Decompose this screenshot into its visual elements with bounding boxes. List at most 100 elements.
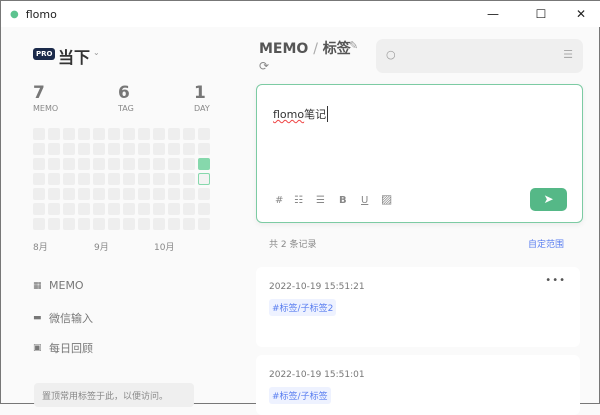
heatmap-cell[interactable]: [93, 218, 105, 230]
custom-range-link[interactable]: 自定范围: [528, 237, 564, 250]
heatmap-cell[interactable]: [168, 128, 180, 140]
heatmap-cell[interactable]: [183, 143, 195, 155]
heatmap-cell[interactable]: [153, 158, 165, 170]
heatmap-cell[interactable]: [153, 218, 165, 230]
heatmap-cell[interactable]: [198, 143, 210, 155]
heatmap-cell[interactable]: [183, 218, 195, 230]
heatmap-cell[interactable]: [48, 158, 60, 170]
heatmap-cell[interactable]: [48, 218, 60, 230]
sidebar-item-wechat[interactable]: ▬ 微信输入: [33, 310, 93, 326]
heatmap-cell[interactable]: [78, 203, 90, 215]
heatmap-cell[interactable]: [198, 173, 210, 185]
send-button[interactable]: ➤: [530, 188, 567, 211]
heatmap-cell[interactable]: [123, 173, 135, 185]
heatmap-cell[interactable]: [108, 158, 120, 170]
heatmap-cell[interactable]: [138, 143, 150, 155]
more-icon[interactable]: •••: [545, 275, 566, 286]
heatmap-cell[interactable]: [108, 203, 120, 215]
heatmap-cell[interactable]: [63, 203, 75, 215]
close-button[interactable]: ✕: [563, 1, 599, 27]
heatmap-cell[interactable]: [153, 203, 165, 215]
heatmap-cell[interactable]: [63, 143, 75, 155]
heatmap-cell[interactable]: [198, 128, 210, 140]
heatmap-cell[interactable]: [198, 158, 210, 170]
heatmap-cell[interactable]: [108, 143, 120, 155]
heatmap-cell[interactable]: [93, 128, 105, 140]
heatmap-cell[interactable]: [183, 173, 195, 185]
heatmap-cell[interactable]: [123, 218, 135, 230]
heatmap-cell[interactable]: [183, 203, 195, 215]
heatmap-cell[interactable]: [168, 203, 180, 215]
heatmap-cell[interactable]: [33, 188, 45, 200]
heatmap-cell[interactable]: [93, 203, 105, 215]
heatmap-cell[interactable]: [93, 188, 105, 200]
heatmap-cell[interactable]: [153, 143, 165, 155]
heatmap-cell[interactable]: [138, 128, 150, 140]
heatmap-cell[interactable]: [33, 128, 45, 140]
heatmap-cell[interactable]: [63, 218, 75, 230]
heatmap-cell[interactable]: [78, 218, 90, 230]
heatmap-cell[interactable]: [138, 188, 150, 200]
heatmap-cell[interactable]: [108, 218, 120, 230]
heatmap-cell[interactable]: [168, 173, 180, 185]
heatmap-cell[interactable]: [63, 158, 75, 170]
heatmap-cell[interactable]: [138, 158, 150, 170]
underline-button[interactable]: U: [361, 195, 368, 206]
heatmap-cell[interactable]: [48, 143, 60, 155]
heatmap-cell[interactable]: [48, 173, 60, 185]
chevron-down-icon[interactable]: ⌄: [93, 48, 100, 57]
memo-card[interactable]: 2022-10-19 15:51:21 #标签/子标签2 •••: [256, 267, 580, 347]
minimize-button[interactable]: —: [475, 1, 511, 27]
heatmap-cell[interactable]: [168, 158, 180, 170]
heatmap-cell[interactable]: [123, 203, 135, 215]
heatmap-cell[interactable]: [33, 173, 45, 185]
heatmap-cell[interactable]: [138, 203, 150, 215]
sidebar-item-review[interactable]: ▣ 每日回顾: [33, 340, 93, 356]
heatmap-cell[interactable]: [183, 158, 195, 170]
heatmap-cell[interactable]: [198, 203, 210, 215]
heatmap-cell[interactable]: [153, 128, 165, 140]
hashtag-button[interactable]: #: [275, 195, 283, 206]
memo-tag[interactable]: #标签/子标签: [269, 387, 331, 404]
heatmap-cell[interactable]: [33, 143, 45, 155]
heatmap-cell[interactable]: [138, 218, 150, 230]
heatmap-cell[interactable]: [78, 158, 90, 170]
image-icon[interactable]: ▨: [381, 192, 392, 206]
numbered-list-icon[interactable]: ☰: [316, 195, 325, 206]
heatmap-cell[interactable]: [183, 188, 195, 200]
heatmap-cell[interactable]: [108, 188, 120, 200]
maximize-button[interactable]: ☐: [523, 1, 559, 27]
heatmap-cell[interactable]: [123, 158, 135, 170]
sync-icon[interactable]: ⟳: [259, 59, 269, 73]
heatmap-cell[interactable]: [33, 158, 45, 170]
heatmap-cell[interactable]: [198, 188, 210, 200]
heatmap-cell[interactable]: [108, 173, 120, 185]
heatmap-cell[interactable]: [123, 128, 135, 140]
heatmap-cell[interactable]: [183, 128, 195, 140]
memo-card[interactable]: 2022-10-19 15:51:01 #标签/子标签: [256, 355, 580, 415]
filter-icon[interactable]: ☰: [563, 48, 573, 61]
heatmap-cell[interactable]: [78, 128, 90, 140]
heatmap-cell[interactable]: [93, 143, 105, 155]
heatmap-cell[interactable]: [78, 143, 90, 155]
heatmap-cell[interactable]: [63, 188, 75, 200]
heatmap-cell[interactable]: [123, 143, 135, 155]
heatmap-cell[interactable]: [78, 173, 90, 185]
search-input[interactable]: ○ ☰: [376, 39, 583, 73]
bold-button[interactable]: B: [339, 195, 347, 206]
heatmap-cell[interactable]: [138, 173, 150, 185]
heatmap-cell[interactable]: [33, 203, 45, 215]
heatmap-cell[interactable]: [48, 203, 60, 215]
heatmap-cell[interactable]: [168, 143, 180, 155]
heatmap-cell[interactable]: [198, 218, 210, 230]
account-name[interactable]: 当下: [58, 44, 90, 68]
heatmap-cell[interactable]: [63, 173, 75, 185]
heatmap-cell[interactable]: [123, 188, 135, 200]
heatmap-cell[interactable]: [63, 128, 75, 140]
editor-text[interactable]: flomo笔记: [273, 106, 329, 122]
heatmap-cell[interactable]: [168, 218, 180, 230]
memo-editor[interactable]: flomo笔记 # ☷ ☰ B U ▨ ➤: [256, 84, 583, 223]
heatmap-cell[interactable]: [168, 188, 180, 200]
heatmap-cell[interactable]: [33, 218, 45, 230]
sidebar-item-memo[interactable]: ▦ MEMO: [33, 279, 84, 292]
